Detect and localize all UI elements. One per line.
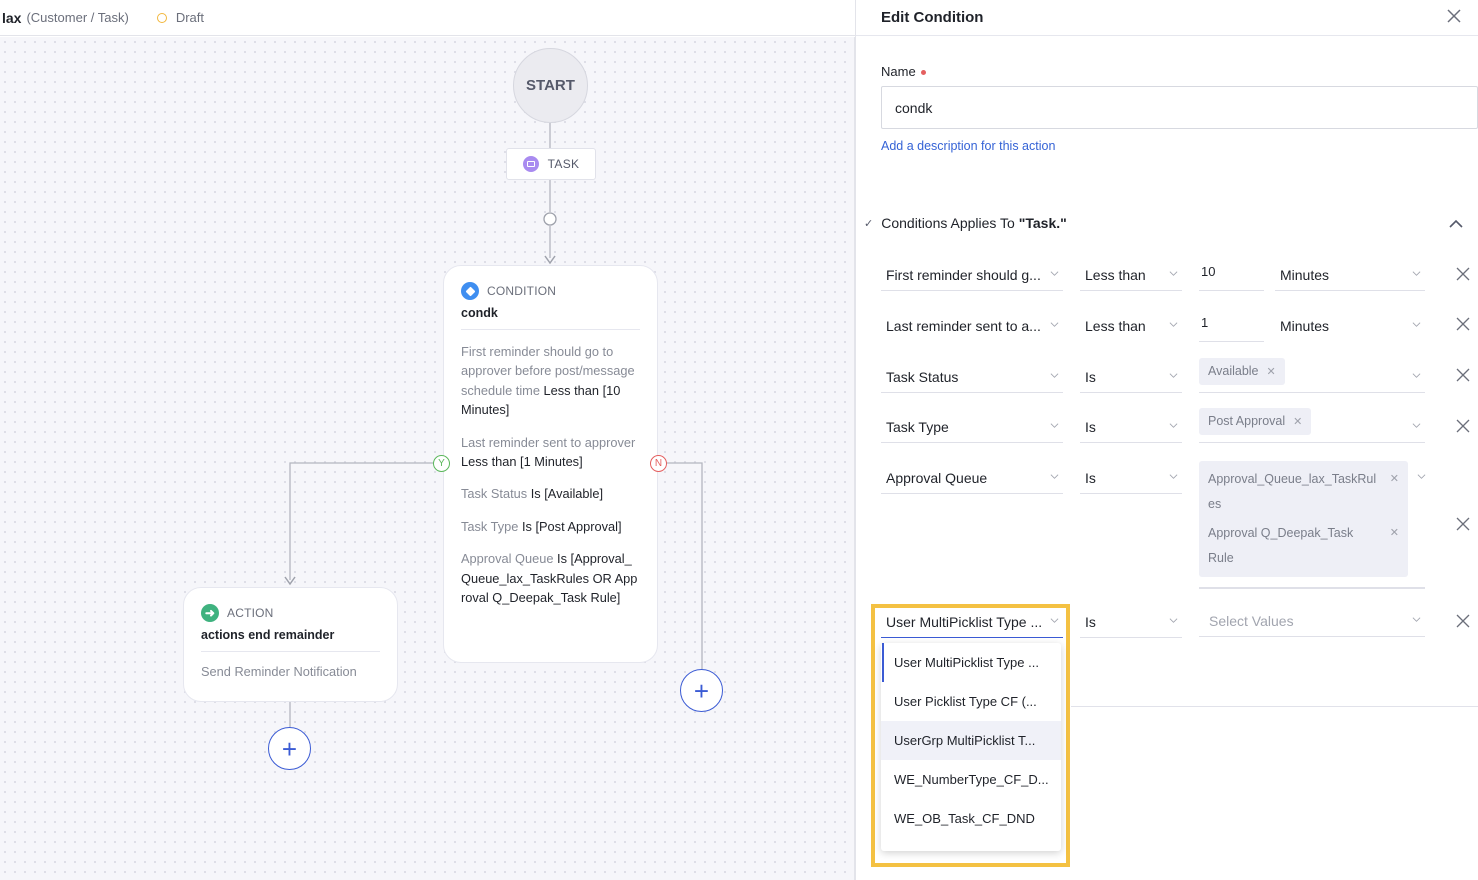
no-branch-badge: N [650,455,667,472]
remove-chip-icon[interactable]: ✕ [1390,521,1399,546]
condition-field-select[interactable]: Approval Queue [881,462,1063,494]
condition-field-select[interactable]: Task Type [881,411,1063,443]
remove-chip-icon[interactable]: ✕ [1390,467,1399,492]
chevron-down-icon [1050,322,1059,327]
task-node[interactable]: TASK [506,148,596,180]
condition-title: condk [461,306,498,320]
chevron-down-icon [1412,373,1421,378]
condition-value-input[interactable]: 1 [1199,310,1264,342]
workflow-canvas-area: lax (Customer / Task) Draft START TASK C… [0,0,855,880]
condition-line: Task Status Is [Available] [461,486,604,502]
workflow-header: lax (Customer / Task) Draft [0,0,855,36]
add-step-button[interactable]: + [268,727,311,770]
chevron-down-icon [1050,271,1059,276]
chevron-down-icon [1412,322,1421,327]
workflow-name: lax [2,9,22,26]
condition-field-select[interactable]: Task Status [881,361,1063,393]
condition-line: Last reminder sent to approver Less than… [461,434,636,470]
action-title: actions end remainder [201,628,335,642]
dropdown-option[interactable]: WE_NumberType_CF_D... [881,760,1061,799]
remove-chip-icon[interactable]: ✕ [1267,366,1276,378]
condition-value-input[interactable]: 10 [1199,259,1264,291]
condition-unit-select[interactable]: Minutes [1275,259,1425,291]
value-chip: Approval_Queue_lax_TaskRul es ✕ [1199,461,1408,523]
divider [201,651,380,652]
value-chip: Post Approval ✕ [1199,408,1312,435]
condition-field-select[interactable]: First reminder should g... [881,259,1063,291]
remove-condition-icon[interactable] [1456,517,1470,531]
condition-operator-select[interactable]: Is [1080,411,1182,443]
canvas[interactable] [0,37,855,880]
action-subtitle: Send Reminder Notification [201,664,357,679]
chevron-up-icon[interactable] [1446,214,1466,234]
condition-field-select[interactable]: Last reminder sent to a... [881,310,1063,342]
name-label: Name [881,64,926,79]
remove-condition-icon[interactable] [1456,614,1470,628]
chat-bubble-icon [522,156,539,172]
chevron-down-icon [1412,617,1421,622]
panel-title: Edit Condition [856,0,1478,36]
divider [461,329,640,330]
yes-branch-badge: Y [433,455,450,472]
status-badge: Draft [175,10,204,25]
values-underline [1199,587,1425,589]
chevron-down-icon [1050,373,1059,378]
required-indicator [920,70,926,76]
add-step-button[interactable]: + [680,669,723,712]
chevron-down-icon [1169,271,1178,276]
condition-diamond-icon [461,282,479,300]
workflow-context: (Customer / Task) [26,10,129,25]
plus-icon: + [693,675,710,706]
chevron-down-icon [1169,423,1178,428]
chevron-down-icon [1169,618,1178,623]
start-node[interactable]: START [513,48,588,123]
remove-condition-icon[interactable] [1456,317,1470,331]
conditions-section-header[interactable]: ✓ Conditions Applies To "Task." [864,215,1067,231]
plus-icon: + [281,733,298,764]
task-node-label: TASK [547,157,580,171]
check-icon: ✓ [864,217,874,230]
chevron-down-icon [1412,423,1421,428]
remove-chip-icon[interactable]: ✕ [1293,416,1302,428]
dropdown-option[interactable]: User Picklist Type CF (... [881,682,1061,721]
value-chip: Available ✕ [1199,358,1285,385]
close-icon[interactable] [1442,4,1466,28]
condition-operator-select[interactable]: Is [1080,462,1182,494]
condition-line: First reminder should go to approver bef… [461,344,635,418]
remove-condition-icon[interactable] [1456,267,1470,281]
condition-operator-select[interactable]: Less than [1080,310,1182,342]
condition-type-label: CONDITION [487,284,557,298]
dropdown-option[interactable]: WE_OB_Task_CF_DND [881,799,1061,838]
action-card[interactable]: ➜ ACTION actions end remainder Send Remi… [183,587,398,702]
condition-operator-select[interactable]: Less than [1080,259,1182,291]
remove-condition-icon[interactable] [1456,368,1470,382]
condition-card[interactable]: CONDITION condk First reminder should go… [443,265,658,663]
condition-unit-select[interactable]: Minutes [1275,310,1425,342]
add-description-link[interactable]: Add a description for this action [881,139,1055,153]
condition-line: Approval Queue Is [Approval_Queue_lax_Ta… [461,551,638,606]
condition-operator-select[interactable]: Is [1080,606,1182,638]
field-dropdown-menu: User MultiPicklist Type ... User Picklis… [881,643,1061,851]
dropdown-option[interactable]: User MultiPicklist Type ... [881,643,1061,682]
condition-operator-select[interactable]: Is [1080,361,1182,393]
chevron-down-icon [1050,474,1059,479]
chevron-down-icon [1169,474,1178,479]
draft-status-icon [156,12,167,23]
action-type-label: ACTION [227,606,274,620]
condition-line: Task Type Is [Post Approval] [461,518,622,534]
chevron-down-icon[interactable] [1417,472,1426,481]
name-input[interactable] [881,86,1478,129]
chevron-down-icon [1169,322,1178,327]
value-chip: Approval Q_Deepak_Task Rule ✕ [1199,515,1408,577]
remove-condition-icon[interactable] [1456,419,1470,433]
arrow-right-icon: ➜ [201,604,219,622]
condition-values-select[interactable]: Select Values [1199,605,1425,637]
section-divider [1071,706,1478,707]
chevron-down-icon [1169,373,1178,378]
dropdown-option[interactable]: UserGrp MultiPicklist T... [881,721,1061,760]
chevron-down-icon [1412,271,1421,276]
chevron-down-icon [1050,423,1059,428]
